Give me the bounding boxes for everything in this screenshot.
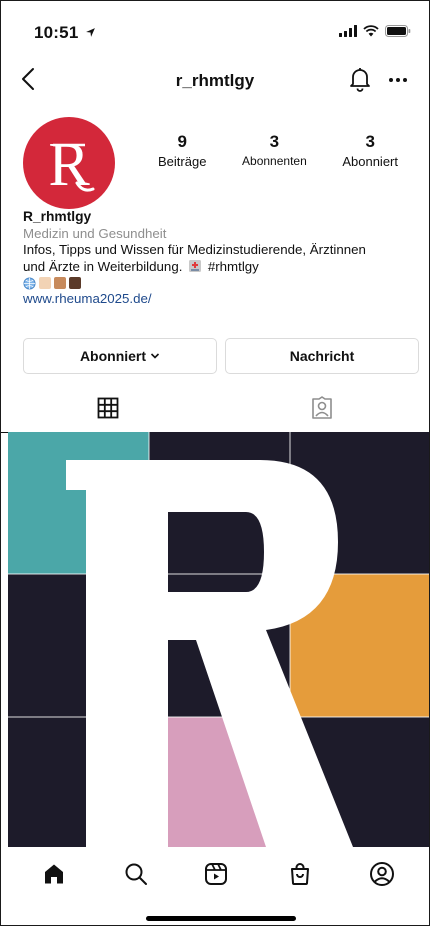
- signal-icon: [339, 25, 357, 37]
- hand-emoji-dark-icon: [69, 277, 81, 289]
- battery-icon: [385, 25, 411, 37]
- profile-icon: [370, 862, 394, 886]
- nav-reels-button[interactable]: [201, 859, 231, 889]
- notifications-button[interactable]: [348, 66, 374, 96]
- profile-stats: 9 Beiträge 3 Abonnenten 3 Abonniert: [158, 132, 398, 169]
- more-options-button[interactable]: [385, 65, 411, 95]
- followers-label: Abonnenten: [242, 154, 307, 168]
- profile-website-link[interactable]: www.rheuma2025.de/: [23, 291, 423, 308]
- bio-line-2-text: und Ärzte in Weiterbildung.: [23, 258, 183, 274]
- chevron-down-icon: [150, 353, 160, 359]
- status-time: 10:51: [34, 23, 96, 43]
- status-bar: 10:51: [1, 1, 429, 61]
- post-tile[interactable]: [290, 717, 429, 847]
- message-button[interactable]: Nachricht: [225, 338, 419, 374]
- following-count: 3: [365, 132, 375, 151]
- post-tile[interactable]: [8, 717, 149, 847]
- search-icon: [125, 863, 147, 885]
- bottom-nav: [1, 847, 429, 899]
- post-tile[interactable]: [290, 574, 429, 717]
- profile-tabs: [1, 384, 429, 433]
- hand-emoji-medium-icon: [54, 277, 66, 289]
- bio-line-2: und Ärzte in Weiterbildung. #rhmtlgy: [23, 259, 423, 276]
- bell-icon: [350, 68, 370, 92]
- following-label: Abonniert: [342, 154, 398, 169]
- stat-posts[interactable]: 9 Beiträge: [158, 132, 206, 169]
- followers-count: 3: [269, 132, 280, 151]
- profile-actions: Abonniert Nachricht: [23, 338, 419, 374]
- time-text: 10:51: [34, 23, 79, 42]
- system-icons: [339, 25, 411, 37]
- profile-category: Medizin und Gesundheit: [23, 225, 167, 241]
- post-tiles: [8, 432, 429, 847]
- posts-count: 9: [177, 132, 187, 151]
- nav-shop-button[interactable]: [285, 859, 315, 889]
- home-indicator[interactable]: [146, 916, 296, 921]
- bio-line-1: Infos, Tipps und Wissen für Medizinstudi…: [23, 242, 366, 257]
- tab-tagged[interactable]: [215, 384, 429, 433]
- profile-avatar[interactable]: R: [23, 117, 115, 209]
- tab-grid[interactable]: [1, 384, 215, 433]
- tagged-person-icon: [312, 396, 332, 419]
- posts-label: Beiträge: [158, 154, 207, 169]
- top-nav: r_rhmtlgy: [1, 59, 429, 103]
- profile-display-name: R_rhmtlgy: [23, 209, 92, 224]
- nav-home-button[interactable]: [39, 859, 69, 889]
- following-button[interactable]: Abonniert: [23, 338, 217, 374]
- hospital-emoji-icon: [189, 259, 202, 272]
- reels-icon: [205, 863, 227, 885]
- phone-frame: 10:51 r_rhmtlgy R 9 Beiträge 3 Abonnente…: [0, 0, 430, 926]
- following-button-label: Abonniert: [79, 348, 147, 364]
- nav-search-button[interactable]: [121, 859, 151, 889]
- post-tile[interactable]: [149, 717, 290, 847]
- post-tile[interactable]: [8, 574, 149, 717]
- stat-followers[interactable]: 3 Abonnenten: [242, 132, 307, 169]
- profile-bio: R_rhmtlgy Medizin und Gesundheit Infos, …: [23, 209, 423, 308]
- r-logo-icon: R: [48, 131, 95, 199]
- bio-hashtag[interactable]: #rhmtlgy: [208, 259, 259, 274]
- post-tile[interactable]: [8, 432, 149, 574]
- location-arrow-icon: [86, 28, 96, 37]
- home-icon: [45, 864, 63, 884]
- grid-icon: [97, 397, 119, 419]
- stat-following[interactable]: 3 Abonniert: [342, 132, 398, 169]
- globe-emoji-icon: [23, 276, 36, 290]
- nav-profile-button[interactable]: [367, 859, 397, 889]
- bio-emoji-row: [23, 275, 423, 291]
- post-tile[interactable]: [290, 432, 429, 574]
- shop-icon: [291, 863, 309, 885]
- message-button-label: Nachricht: [289, 348, 355, 364]
- post-tile[interactable]: [149, 574, 290, 717]
- wifi-icon: [363, 25, 379, 37]
- hand-emoji-light-icon: [39, 277, 51, 289]
- post-tile[interactable]: [149, 432, 290, 574]
- more-horizontal-icon: [389, 78, 407, 82]
